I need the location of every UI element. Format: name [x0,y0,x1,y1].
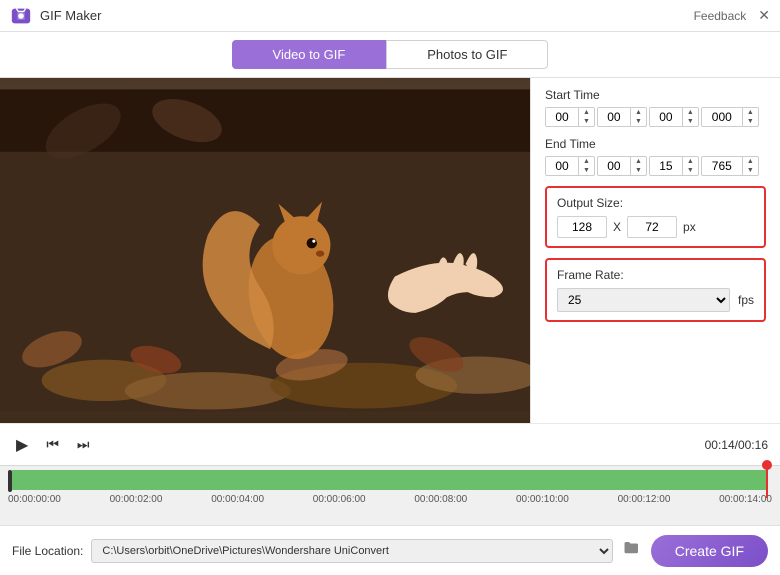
output-height-input[interactable] [627,216,677,238]
end-min-input[interactable] [598,157,630,175]
title-bar-right: Feedback ✕ [694,7,770,24]
file-location-label: File Location: [12,544,83,558]
video-visual [0,78,530,423]
timeline-position-marker [766,464,768,498]
start-sec-input[interactable] [650,108,682,126]
title-bar: GIF Maker Feedback ✕ [0,0,780,32]
start-time-ms[interactable]: ▲ ▼ [701,107,759,127]
end-hour-up[interactable]: ▲ [579,157,594,166]
timeline-track: 00:00:00:00 00:00:02:00 00:00:04:00 00:0… [0,466,780,505]
tl-label-4: 00:00:08:00 [414,494,467,505]
video-area [0,78,530,423]
start-hour-down[interactable]: ▼ [579,117,594,126]
title-bar-left: GIF Maker [10,5,101,27]
close-button[interactable]: ✕ [758,7,770,24]
end-time-ms[interactable]: ▲ ▼ [701,156,759,176]
end-time-minutes[interactable]: ▲ ▼ [597,156,647,176]
tl-label-1: 00:00:02:00 [110,494,163,505]
end-ms-input[interactable] [702,157,742,175]
fps-unit-label: fps [738,293,754,307]
prev-button[interactable]: ⏮ [42,434,63,455]
frame-rate-label: Frame Rate: [557,268,754,282]
file-path-select[interactable]: C:\Users\orbit\OneDrive\Pictures\Wonders… [91,539,612,563]
video-frame [0,78,530,423]
folder-button[interactable] [621,537,643,564]
start-sec-down[interactable]: ▼ [683,117,698,126]
start-min-input[interactable] [598,108,630,126]
tab-video-to-gif[interactable]: Video to GIF [232,40,387,69]
start-time-hours[interactable]: ▲ ▼ [545,107,595,127]
start-ms-down[interactable]: ▼ [743,117,758,126]
size-x-label: X [613,220,621,234]
end-min-down[interactable]: ▼ [631,166,646,175]
start-ms-up[interactable]: ▲ [743,108,758,117]
timeline-green-bar[interactable] [12,470,768,490]
tab-bar: Video to GIF Photos to GIF [0,32,780,78]
start-time-seconds[interactable]: ▲ ▼ [649,107,699,127]
tl-label-3: 00:00:06:00 [313,494,366,505]
output-width-input[interactable] [557,216,607,238]
end-time-label: End Time [545,137,766,151]
start-time-minutes[interactable]: ▲ ▼ [597,107,647,127]
tl-label-2: 00:00:04:00 [211,494,264,505]
controls-bar: ▶ ⏮ ⏭ 00:14/00:16 [0,423,780,465]
end-hour-down[interactable]: ▼ [579,166,594,175]
create-gif-button[interactable]: Create GIF [651,535,768,567]
start-ms-input[interactable] [702,108,742,126]
end-hour-input[interactable] [546,157,578,175]
start-time-label: Start Time [545,88,766,102]
start-hour-up[interactable]: ▲ [579,108,594,117]
end-sec-down[interactable]: ▼ [683,166,698,175]
frame-rate-box: Frame Rate: 15 20 25 30 fps [545,258,766,322]
end-ms-down[interactable]: ▼ [743,166,758,175]
frame-rate-select[interactable]: 15 20 25 30 [557,288,730,312]
folder-icon [623,539,641,557]
timeline-marker-dot [762,460,772,470]
bottom-bar: File Location: C:\Users\orbit\OneDrive\P… [0,525,780,575]
end-min-up[interactable]: ▲ [631,157,646,166]
end-time-inputs: ▲ ▼ ▲ ▼ ▲ ▼ ▲ [545,156,766,176]
timeline-area: 00:00:00:00 00:00:02:00 00:00:04:00 00:0… [0,465,780,525]
frame-rate-row: 15 20 25 30 fps [557,288,754,312]
app-icon [10,5,32,27]
app-title: GIF Maker [40,8,101,23]
output-size-row: X px [557,216,754,238]
end-ms-up[interactable]: ▲ [743,157,758,166]
end-sec-up[interactable]: ▲ [683,157,698,166]
end-time-hours[interactable]: ▲ ▼ [545,156,595,176]
tl-label-5: 00:00:10:00 [516,494,569,505]
right-panel: Start Time ▲ ▼ ▲ ▼ ▲ ▼ [530,78,780,423]
next-button[interactable]: ⏭ [73,434,94,455]
start-hour-input[interactable] [546,108,578,126]
feedback-link[interactable]: Feedback [694,9,747,23]
start-min-down[interactable]: ▼ [631,117,646,126]
timeline-labels: 00:00:00:00 00:00:02:00 00:00:04:00 00:0… [8,492,772,505]
main-content: Start Time ▲ ▼ ▲ ▼ ▲ ▼ [0,78,780,423]
size-unit-label: px [683,220,696,234]
start-sec-up[interactable]: ▲ [683,108,698,117]
start-time-inputs: ▲ ▼ ▲ ▼ ▲ ▼ ▲ [545,107,766,127]
output-size-box: Output Size: X px [545,186,766,248]
end-sec-input[interactable] [650,157,682,175]
tl-label-6: 00:00:12:00 [618,494,671,505]
output-size-label: Output Size: [557,196,754,210]
tab-photos-to-gif[interactable]: Photos to GIF [386,40,548,69]
play-button[interactable]: ▶ [12,433,32,457]
time-display: 00:14/00:16 [705,438,768,452]
tl-label-0: 00:00:00:00 [8,494,61,505]
start-min-up[interactable]: ▲ [631,108,646,117]
end-time-seconds[interactable]: ▲ ▼ [649,156,699,176]
tl-label-7: 00:00:14:00 [719,494,772,505]
